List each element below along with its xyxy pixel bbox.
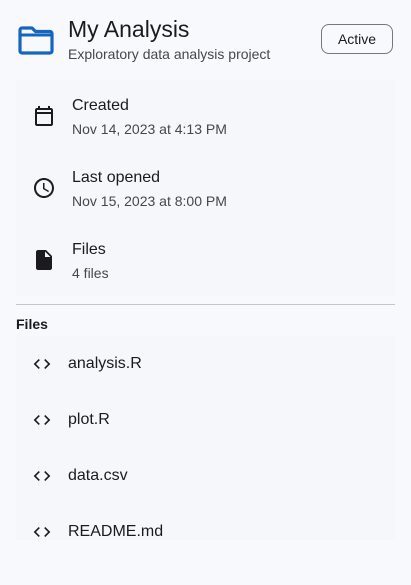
project-header: My Analysis Exploratory data analysis pr… [0, 0, 411, 80]
detail-item-last-opened: Last opened Nov 15, 2023 at 8:00 PM [16, 152, 395, 224]
file-item-analysis-r[interactable]: analysis.R [16, 336, 395, 392]
status-chip[interactable]: Active [321, 24, 393, 54]
project-subtitle: Exploratory data analysis project [68, 46, 271, 62]
folder-icon [18, 24, 54, 56]
file-name: README.md [68, 523, 164, 540]
detail-label: Files [72, 241, 106, 258]
detail-label: Created [72, 97, 129, 114]
file-name: data.csv [68, 467, 128, 484]
section-divider [16, 304, 395, 305]
project-title: My Analysis [68, 16, 190, 42]
files-section-heading: Files [16, 316, 48, 332]
file-name: analysis.R [68, 355, 142, 372]
detail-value: 4 files [72, 265, 109, 281]
file-item-readme-md[interactable]: README.md [16, 504, 395, 540]
file-icon [32, 248, 56, 272]
file-item-data-csv[interactable]: data.csv [16, 448, 395, 504]
code-icon [32, 410, 52, 430]
code-icon [32, 522, 52, 540]
calendar-icon [32, 104, 56, 128]
file-list[interactable]: analysis.R plot.R data.csv README.md [16, 336, 395, 540]
file-name: plot.R [68, 411, 110, 428]
code-icon [32, 466, 52, 486]
code-icon [32, 354, 52, 374]
detail-item-created: Created Nov 14, 2023 at 4:13 PM [16, 80, 395, 152]
detail-item-files: Files 4 files [16, 224, 395, 296]
detail-value: Nov 14, 2023 at 4:13 PM [72, 121, 227, 137]
detail-label: Last opened [72, 169, 161, 186]
detail-value: Nov 15, 2023 at 8:00 PM [72, 193, 227, 209]
clock-icon [32, 176, 56, 200]
project-details-list: Created Nov 14, 2023 at 4:13 PM Last ope… [16, 80, 395, 296]
file-item-plot-r[interactable]: plot.R [16, 392, 395, 448]
